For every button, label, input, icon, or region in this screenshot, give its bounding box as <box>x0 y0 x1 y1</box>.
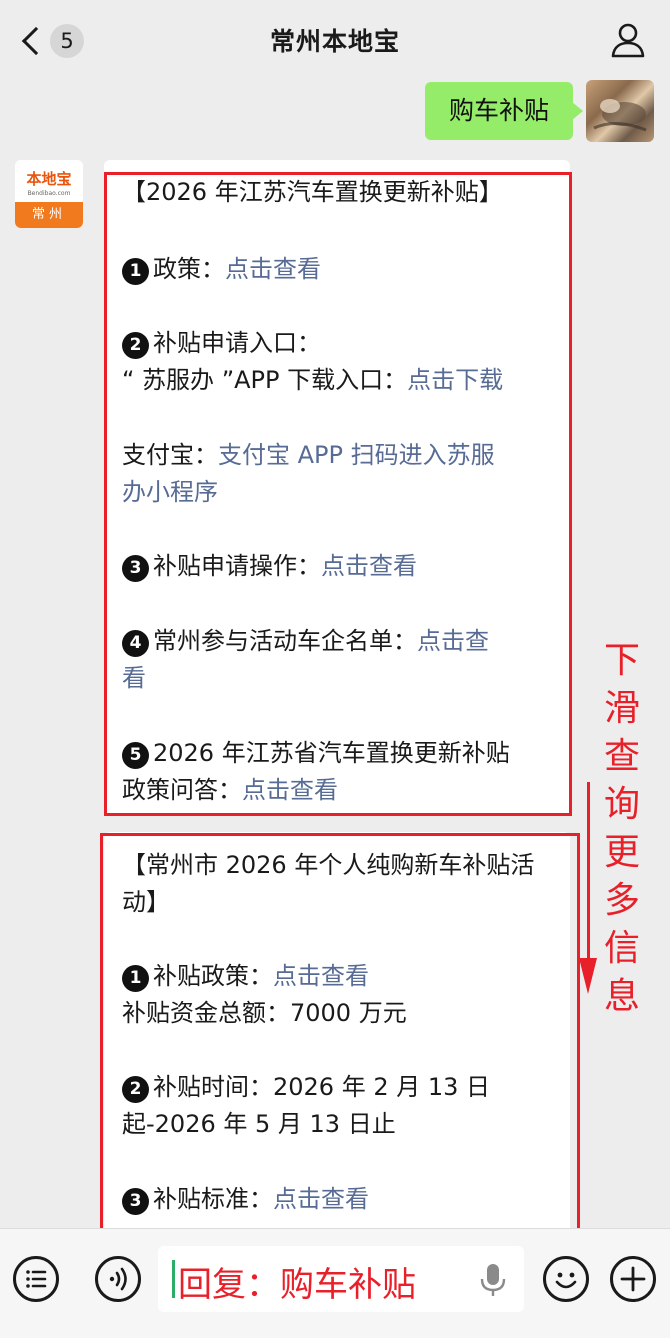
user-avatar[interactable] <box>586 80 654 142</box>
number-3-icon: 3 <box>122 1188 149 1215</box>
alipay-link-part2[interactable]: 办小程序 <box>122 478 218 506</box>
menu-list-icon <box>26 1270 47 1288</box>
dealer-list-link-part2[interactable]: 看 <box>122 664 146 692</box>
scroll-hint-char: 更 <box>603 832 640 873</box>
card1-item-5: 5 2026 年江苏省汽车置换更新补贴 <box>122 735 558 772</box>
scroll-hint-annotation: 下 滑 查 询 更 多 信 息 <box>600 637 644 1021</box>
scroll-hint-char: 信 <box>603 928 640 969</box>
scroll-hint-char: 息 <box>603 976 640 1017</box>
scroll-hint-char: 下 <box>603 640 640 681</box>
card1-item-4: 4 常州参与活动车企名单：点击查 <box>122 623 558 660</box>
scroll-hint-char: 多 <box>603 880 640 921</box>
card2-item-3: 3 补贴标准：点击查看 <box>122 1181 558 1218</box>
card2-item-1: 1 补贴政策：点击查看 <box>122 958 558 995</box>
input-bar: 回复：购车补贴 <box>0 1228 670 1338</box>
card1-item1-label: 政策： <box>153 255 225 283</box>
card2-title-line1: 【常州市 2026 年个人纯购新车补贴活 <box>122 851 535 879</box>
voice-button[interactable] <box>95 1256 141 1302</box>
app-download-label: “ 苏服办 ”APP 下载入口： <box>122 366 408 394</box>
chat-title: 常州本地宝 <box>269 27 400 56</box>
emoji-button[interactable] <box>543 1256 589 1302</box>
alipay-label: 支付宝： <box>122 441 218 469</box>
voice-icon <box>109 1267 127 1291</box>
fund-total-line: 补贴资金总额：7000 万元 <box>122 999 407 1027</box>
card1-item-5-line2: 政策问答：点击查看 <box>122 772 558 809</box>
plus-icon <box>620 1266 646 1292</box>
card1-item5-label: 2026 年江苏省汽车置换更新补贴 <box>153 739 510 767</box>
menu-button[interactable] <box>13 1256 59 1302</box>
mic-icon[interactable] <box>478 1262 508 1298</box>
card2-item-2: 2 补贴时间：2026 年 2 月 13 日 <box>122 1069 558 1106</box>
app-download-link[interactable]: 点击下载 <box>407 366 503 394</box>
card1-item3-label: 补贴申请操作： <box>153 552 321 580</box>
message-input-text: 回复：购车补贴 <box>178 1265 416 1305</box>
number-1-icon: 1 <box>122 258 149 285</box>
card2-item2-label: 补贴时间：2026 年 2 月 13 日 <box>153 1073 491 1101</box>
bot-logo-text: 本地宝 <box>26 170 72 188</box>
alipay-line-2: 办小程序 <box>122 474 558 511</box>
card1-item-1: 1 政策：点击查看 <box>122 251 558 288</box>
number-4-icon: 4 <box>122 630 149 657</box>
bot-logo-url: Bendibao.com <box>27 190 71 197</box>
scroll-hint-char: 询 <box>603 784 640 825</box>
card1-item4-label: 常州参与活动车企名单： <box>153 627 417 655</box>
message-input[interactable]: 回复：购车补贴 <box>158 1246 524 1312</box>
card2-item-2-line2: 起-2026 年 5 月 13 日止 <box>122 1110 396 1138</box>
card2-title-line2: 动】 <box>122 888 170 916</box>
scroll-hint-char: 滑 <box>603 688 640 729</box>
number-5-icon: 5 <box>122 742 149 769</box>
nav-header: 5 常州本地宝 <box>0 0 670 82</box>
subsidy-policy-link[interactable]: 点击查看 <box>273 962 369 990</box>
outgoing-bubble[interactable]: 购车补贴 <box>424 82 584 140</box>
card1-item-4-line2: 看 <box>122 660 558 697</box>
card1-item-3: 3 补贴申请操作：点击查看 <box>122 548 558 585</box>
dealer-list-link-part1[interactable]: 点击查 <box>417 627 489 655</box>
card1-item2-label: 补贴申请入口： <box>153 329 321 357</box>
number-2-icon: 2 <box>122 332 149 359</box>
number-2-icon: 2 <box>122 1076 149 1103</box>
bot-city-label: 常州 <box>15 202 83 228</box>
profile-icon <box>611 23 645 58</box>
subsidy-standard-link[interactable]: 点击查看 <box>273 1185 369 1213</box>
down-arrow-icon <box>579 958 597 994</box>
emoji-icon <box>555 1272 577 1289</box>
card2-item3-label: 补贴标准： <box>153 1185 273 1213</box>
outgoing-message: 购车补贴 <box>0 78 670 144</box>
card1-item-2-line2: “ 苏服办 ”APP 下载入口：点击下载 <box>122 362 558 399</box>
alipay-line: 支付宝：支付宝 APP 扫码进入苏服 <box>122 437 558 474</box>
number-3-icon: 3 <box>122 555 149 582</box>
alipay-link-part1[interactable]: 支付宝 APP 扫码进入苏服 <box>218 441 495 469</box>
card2-item1-label: 补贴政策： <box>153 962 273 990</box>
scroll-hint-char: 查 <box>603 736 640 777</box>
faq-label: 政策问答： <box>122 776 242 804</box>
policy-link[interactable]: 点击查看 <box>225 255 321 283</box>
card1-item-2: 2 补贴申请入口： <box>122 325 558 362</box>
bot-avatar[interactable]: 本地宝 Bendibao.com 常州 <box>15 160 83 228</box>
scroll-arrow-shaft <box>587 782 590 962</box>
operation-link[interactable]: 点击查看 <box>321 552 417 580</box>
text-caret <box>172 1260 175 1298</box>
profile-button[interactable] <box>608 20 648 60</box>
card1-title: 【2026 年江苏汽车置换更新补贴】 <box>122 178 503 206</box>
faq-link[interactable]: 点击查看 <box>242 776 338 804</box>
more-button[interactable] <box>610 1256 656 1302</box>
number-1-icon: 1 <box>122 965 149 992</box>
